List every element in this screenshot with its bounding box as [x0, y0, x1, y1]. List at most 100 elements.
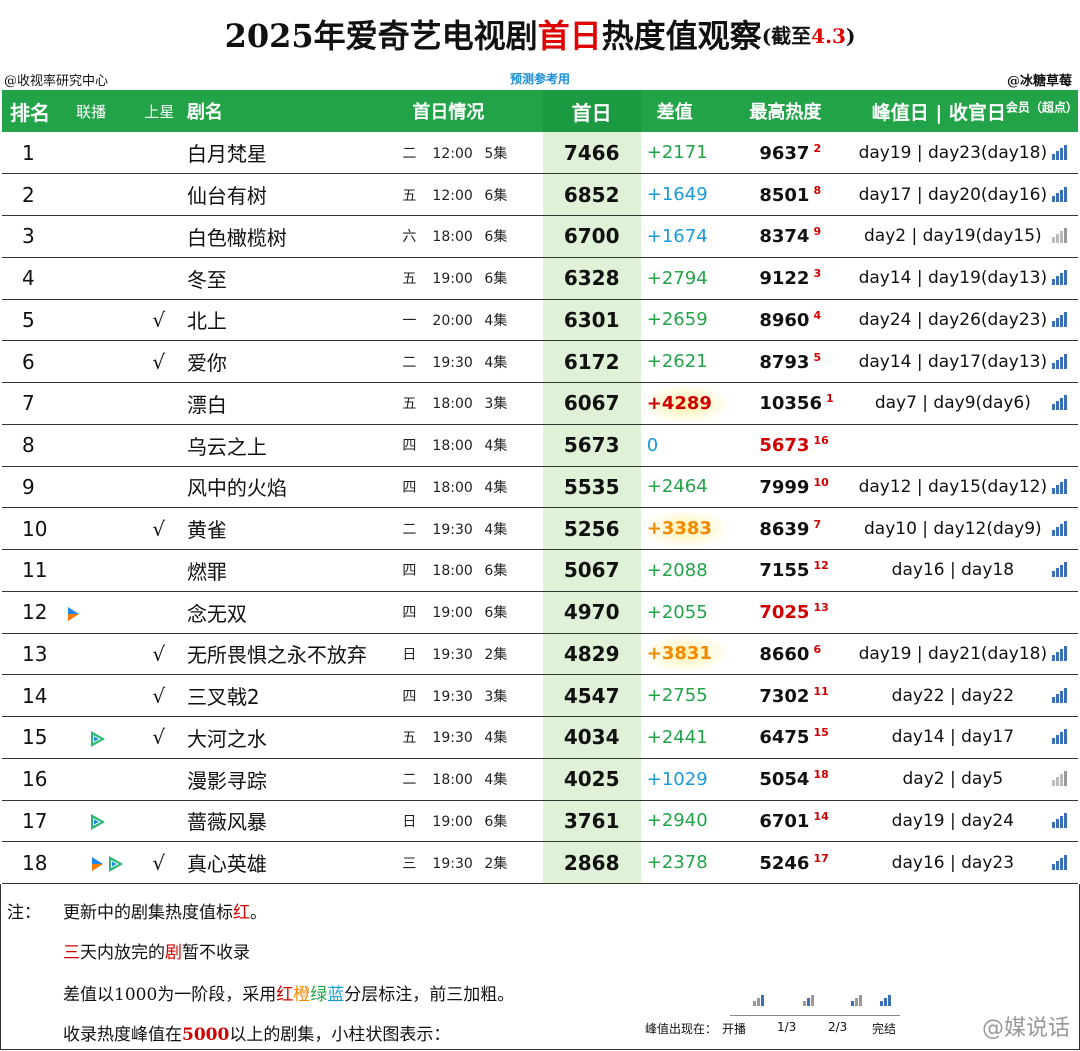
- satellite-mark: [144, 424, 187, 466]
- rank: 9: [22, 474, 35, 499]
- header-schedule: 首日情况: [412, 102, 485, 123]
- peak-bar-cell: [1051, 132, 1078, 174]
- drama-name: 黄雀: [186, 518, 227, 543]
- joint-platforms: [64, 424, 144, 466]
- diff-value: +3383: [640, 507, 732, 550]
- schedule: 二 12:00 5集: [402, 145, 508, 162]
- diff-value: +2378: [646, 852, 708, 874]
- table-row: 16 漫影寻踪 二 18:00 4集 4025 +1029 5054 18 day2 | day5: [2, 758, 1078, 800]
- table-row: 18 √ 真心英雄 三 19:30 2集 2868 +2378 5246 17 day16 | da…: [2, 841, 1078, 884]
- schedule: 四 18:00 6集: [402, 563, 508, 580]
- peak-position-bars: [1051, 476, 1067, 494]
- schedule: 一 20:00 4集: [402, 312, 508, 329]
- drama-name: 北上: [186, 309, 227, 334]
- first-day-heat: 2868: [542, 841, 641, 884]
- schedule: 五 18:00 3集: [402, 396, 508, 413]
- header-satellite: 上星: [144, 102, 175, 121]
- note-2: 三天内放完的剧暂不收录: [63, 943, 250, 963]
- rank: 10: [22, 516, 48, 541]
- peak-end-days: day16 | day23: [891, 852, 1015, 873]
- rank: 15: [22, 725, 48, 750]
- joint-platforms: [64, 717, 144, 759]
- first-day-heat: 6067: [542, 382, 641, 425]
- peak-position-bars: [1051, 643, 1067, 661]
- rank: 14: [22, 683, 48, 708]
- header-rank: 排名: [10, 100, 50, 125]
- header-joint: 联播: [76, 102, 107, 121]
- peak-end-days: day14 | day19(day13): [858, 268, 1048, 289]
- rank: 5: [22, 307, 35, 332]
- peak-heat: 10356 1: [759, 392, 834, 415]
- satellite-mark: √: [152, 850, 166, 875]
- satellite-mark: √: [152, 349, 166, 374]
- rank: 17: [22, 808, 48, 833]
- table-row: 17 蔷薇风暴 日 19:00 6集 3761 +2940 6701 14 day19 | day…: [2, 800, 1078, 842]
- schedule: 四 18:00 4集: [402, 438, 508, 455]
- peak-bar-cell: [1051, 216, 1078, 258]
- joint-platforms: [64, 758, 144, 800]
- schedule: 五 12:00 6集: [402, 187, 508, 204]
- table-row: 13 √ 无所畏惧之永不放弃 日 19:30 2集 4829 +3831 8660 6 day19 …: [2, 633, 1078, 675]
- peak-bar-cell: [1051, 257, 1078, 299]
- peak-end-days: day14 | day17: [891, 727, 1015, 748]
- peak-position-bars: [1051, 518, 1067, 536]
- satellite-mark: √: [152, 725, 166, 750]
- first-day-heat: 3761: [542, 800, 641, 842]
- schedule: 四 19:00 6集: [402, 605, 508, 622]
- peak-heat: 8374 9: [759, 225, 822, 248]
- schedule: 日 19:30 2集: [402, 646, 508, 663]
- joint-platforms: [64, 508, 144, 550]
- table-row: 9 风中的火焰 四 18:00 4集 5535 +2464 7999 10 day12 | day…: [2, 466, 1078, 508]
- diff-value: +2441: [646, 726, 708, 748]
- joint-platforms: [64, 591, 144, 633]
- schedule: 日 19:00 6集: [402, 813, 508, 830]
- peak-bar-cell: [1051, 717, 1078, 759]
- satellite-mark: [144, 257, 187, 299]
- peak-end-days: [854, 424, 1052, 466]
- rank: 2: [22, 182, 35, 207]
- peak-position-bars: [1051, 351, 1067, 369]
- peak-end-days: day2 | day5: [902, 769, 1004, 790]
- joint-platforms: [64, 842, 144, 884]
- diff-value: +2940: [646, 810, 708, 832]
- schedule: 五 19:00 6集: [402, 271, 508, 288]
- first-day-heat: 4829: [542, 633, 641, 675]
- peak-bar-cell: [1051, 758, 1078, 800]
- peak-heat: 5673 16: [759, 434, 829, 457]
- peak-bar-cell: [1051, 174, 1078, 216]
- peak-heat: 8960 4: [759, 308, 822, 331]
- peak-heat: 8639 7: [759, 517, 822, 540]
- table-row: 4 冬至 五 19:00 6集 6328 +2794 9122 3 day14 | day19(d…: [2, 257, 1078, 299]
- table-row: 14 √ 三叉戟2 四 19:30 3集 4547 +2755 7302 11 day22 | da…: [2, 674, 1078, 717]
- satellite-mark: [144, 800, 187, 842]
- rank: 13: [22, 641, 48, 666]
- diff-value: +1649: [646, 184, 708, 206]
- first-day-heat: 6700: [542, 215, 641, 258]
- peak-end-days: day7 | day9(day6): [874, 393, 1031, 414]
- notes: 注： 更新中的剧集热度值标红。 三天内放完的剧暂不收录 差值以1000为一阶段，…: [0, 884, 1080, 1050]
- first-day-heat: 5256: [542, 507, 641, 550]
- peak-heat: 7302 11: [759, 684, 829, 707]
- note-1: 更新中的剧集热度值标红。: [63, 903, 267, 923]
- satellite-mark: [144, 174, 187, 216]
- peak-position-bars: [1051, 810, 1067, 828]
- peak-bar-cell: [1051, 466, 1078, 508]
- drama-name: 风中的火焰: [186, 476, 287, 501]
- joint-platforms: [64, 299, 144, 341]
- satellite-mark: √: [152, 307, 166, 332]
- diff-value: 0: [646, 434, 659, 456]
- drama-name: 念无双: [186, 601, 247, 626]
- watermark: @媒说话: [981, 1016, 1070, 1041]
- header-first-day: 首日: [542, 90, 641, 132]
- drama-name: 仙台有树: [186, 184, 267, 209]
- peak-bar-cell: [1051, 508, 1078, 550]
- peak-heat: 9637 2: [759, 141, 822, 164]
- first-day-heat: 6328: [542, 257, 641, 299]
- joint-platforms: [64, 800, 144, 842]
- first-day-heat: 4547: [542, 674, 641, 717]
- first-day-heat: 5673: [542, 424, 641, 466]
- tencent-video-icon: [109, 856, 124, 873]
- first-day-heat: 5067: [542, 549, 641, 592]
- joint-platforms: [64, 383, 144, 425]
- schedule: 四 18:00 4集: [402, 479, 508, 496]
